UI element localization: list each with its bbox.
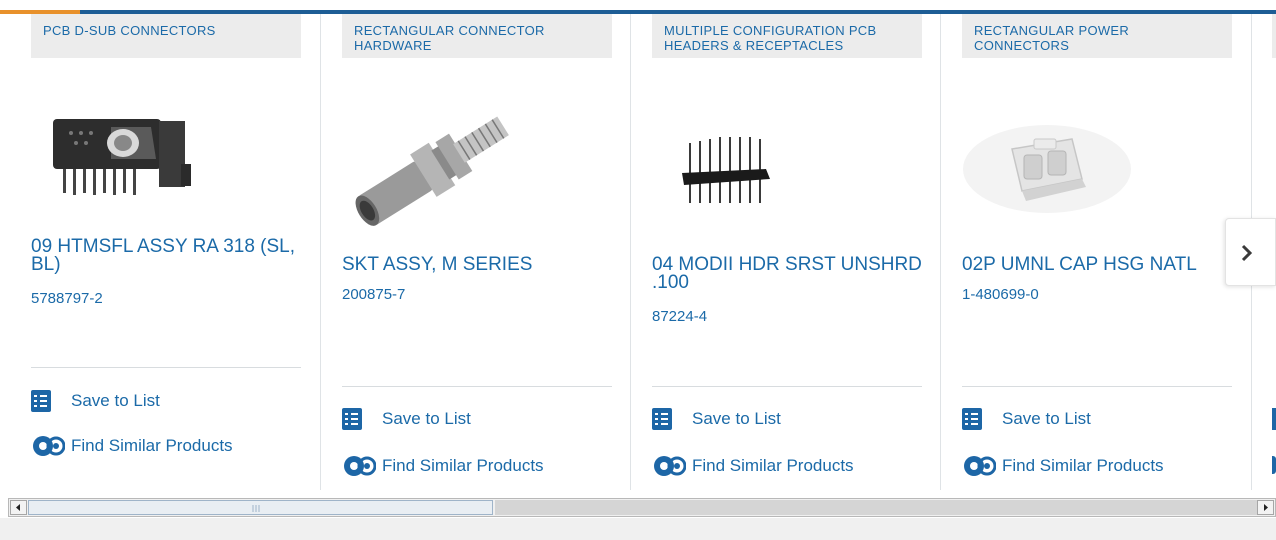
save-to-list-label: Save to List xyxy=(1002,409,1091,428)
gears-icon xyxy=(1272,456,1276,474)
category-tag[interactable]: MULTIPLE CONFIGURATION PCB HEADERS & REC… xyxy=(652,14,922,58)
product-image[interactable] xyxy=(652,104,852,244)
footer-band xyxy=(0,518,1276,540)
checklist-icon xyxy=(652,408,672,430)
checklist-icon xyxy=(1272,408,1276,430)
find-similar-button[interactable]: Find Similar Products xyxy=(652,454,854,478)
scroll-track[interactable] xyxy=(495,500,1257,515)
card-divider xyxy=(652,386,922,387)
carousel-next-button[interactable] xyxy=(1225,218,1276,286)
save-to-list-button[interactable]: Save to List xyxy=(31,390,160,412)
product-card: RECTANGULAR POWER CONNECTORS 02P UMNL CA… xyxy=(962,14,1252,490)
checklist-icon xyxy=(962,408,982,430)
part-number-link[interactable]: 200875-7 xyxy=(342,286,405,303)
chevron-right-icon xyxy=(1241,244,1253,262)
product-title-link[interactable]: SKT ASSY, M SERIES xyxy=(342,255,612,274)
category-tag[interactable]: RECTANGULAR POWER CONNECTORS xyxy=(962,14,1232,58)
product-carousel: PCB D-SUB CONNECTORS 09 HTMSFL ASSY RA 3… xyxy=(0,14,1276,498)
grip-icon xyxy=(252,505,260,512)
category-tag[interactable]: RECTANGULAR CONNECTOR HARDWARE xyxy=(342,14,612,58)
arrow-right-icon xyxy=(1264,504,1268,511)
card-divider xyxy=(31,367,301,368)
category-tag[interactable]: PCB D-SUB CONNECTORS xyxy=(31,14,301,58)
product-image[interactable] xyxy=(31,89,231,229)
gears-icon xyxy=(344,456,376,476)
gears-icon xyxy=(964,456,996,476)
save-to-list-button[interactable]: Save to List xyxy=(962,408,1091,430)
part-number-link[interactable]: 5788797-2 xyxy=(31,290,103,307)
product-title-link[interactable]: 02P UMNL CAP HSG NATL xyxy=(962,255,1232,274)
product-title-link[interactable]: 04 MODII HDR SRST UNSHRD .100 xyxy=(652,255,922,292)
gears-icon xyxy=(654,456,686,476)
find-similar-button[interactable]: Find Similar Products xyxy=(31,434,233,458)
scroll-left-button[interactable] xyxy=(10,500,27,515)
find-similar-label: Find Similar Products xyxy=(382,456,544,475)
save-to-list-button[interactable]: Save to List xyxy=(342,408,471,430)
product-image[interactable] xyxy=(342,94,542,234)
product-card: RECTANGULAR CONNECTOR HARDWARE SKT ASSY,… xyxy=(342,14,631,490)
save-to-list-label: Save to List xyxy=(692,409,781,428)
part-number-link[interactable]: 1-480699-0 xyxy=(962,286,1039,303)
product-image[interactable] xyxy=(962,94,1132,234)
card-divider xyxy=(342,386,612,387)
scroll-thumb[interactable] xyxy=(28,500,493,515)
product-card: PCB D-SUB CONNECTORS 09 HTMSFL ASSY RA 3… xyxy=(31,14,321,490)
checklist-icon xyxy=(342,408,362,430)
find-similar-label: Find Similar Products xyxy=(692,456,854,475)
find-similar-button[interactable]: Find Similar Products xyxy=(962,454,1164,478)
top-accent-bar xyxy=(0,0,1276,14)
horizontal-scrollbar[interactable] xyxy=(8,498,1276,517)
gears-icon xyxy=(33,436,65,456)
category-tag-partial xyxy=(1272,14,1276,58)
find-similar-button[interactable]: Find Similar Products xyxy=(342,454,544,478)
scroll-right-button[interactable] xyxy=(1257,500,1274,515)
product-title-link[interactable]: 09 HTMSFL ASSY RA 318 (SL, BL) xyxy=(31,237,301,274)
product-card: MULTIPLE CONFIGURATION PCB HEADERS & REC… xyxy=(652,14,941,490)
save-to-list-button[interactable]: Save to List xyxy=(652,408,781,430)
card-divider xyxy=(962,386,1232,387)
find-similar-label: Find Similar Products xyxy=(71,436,233,455)
save-to-list-label: Save to List xyxy=(71,391,160,410)
arrow-left-icon xyxy=(16,504,20,511)
checklist-icon xyxy=(31,390,51,412)
part-number-link[interactable]: 87224-4 xyxy=(652,308,707,325)
find-similar-label: Find Similar Products xyxy=(1002,456,1164,475)
save-to-list-label: Save to List xyxy=(382,409,471,428)
